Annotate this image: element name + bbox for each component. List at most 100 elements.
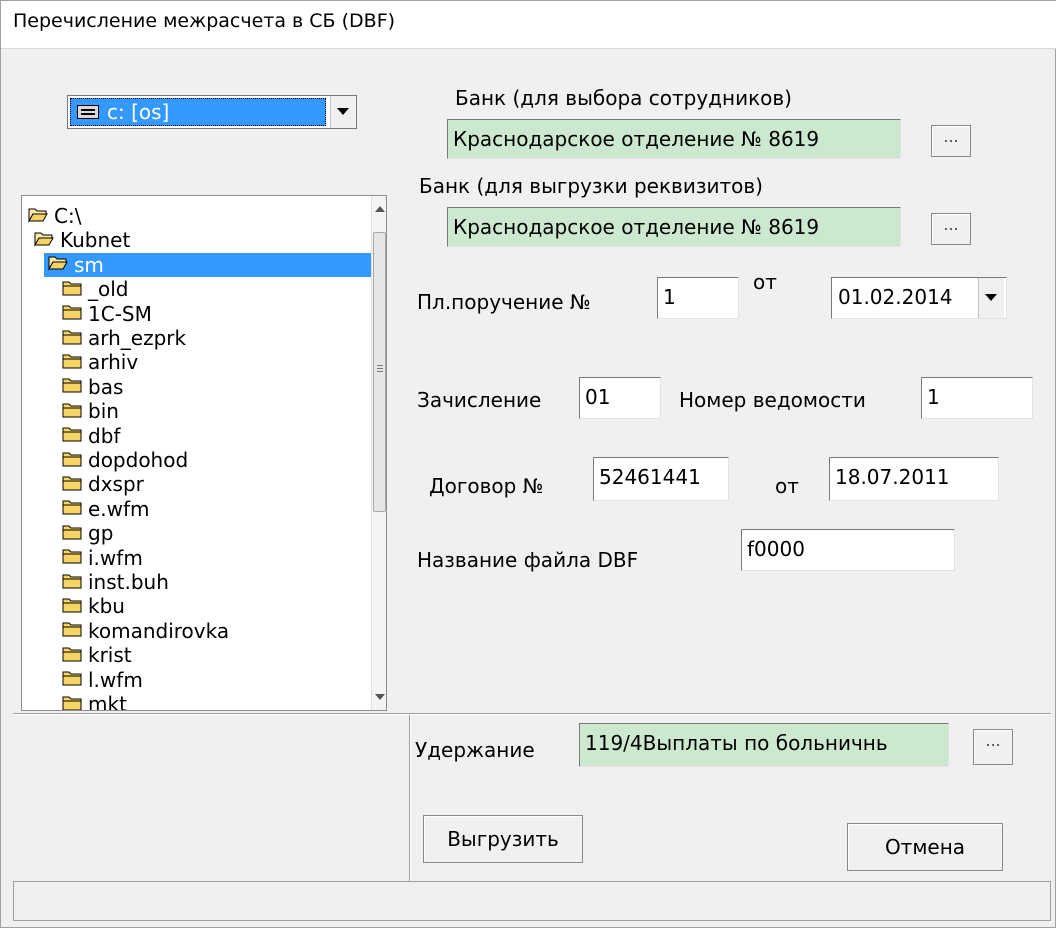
tree-scrollbar[interactable] [371, 196, 386, 710]
contract-date-from-label: от [775, 474, 799, 498]
folder-icon [62, 594, 82, 618]
tree-item[interactable]: arh_ezprk [22, 326, 374, 350]
folder-open-icon [48, 252, 68, 276]
tree-item[interactable]: bas [22, 375, 374, 399]
dbf-name-input[interactable]: f0000 [741, 529, 955, 571]
bank-export-browse-button[interactable]: ... [931, 213, 971, 245]
tree-item-label: dbf [88, 423, 121, 448]
tree-item-label: _old [88, 277, 129, 302]
tree-item[interactable]: inst.buh [22, 570, 374, 594]
tree-item-label: Kubnet [60, 228, 131, 253]
accrual-label: Зачисление [417, 388, 542, 412]
tree-item[interactable]: Kubnet [22, 228, 374, 252]
tree-item[interactable]: bin [22, 399, 374, 423]
tree-item[interactable]: 1C-SM [22, 302, 374, 326]
tree-item-label: arh_ezprk [88, 326, 187, 350]
tree-item-label: l.wfm [88, 667, 143, 692]
title-bar: Перечисление межрасчета в СБ (DBF) [1, 1, 1056, 49]
folder-tree[interactable]: C:\ Kubnet sm _old 1C-SM arh_ezprk arhiv bas bin… [21, 195, 387, 711]
tree-item-label: i.wfm [88, 545, 143, 570]
folder-open-icon [28, 204, 48, 228]
drive-combo[interactable]: c: [os] [67, 95, 357, 129]
tree-item-label: krist [88, 643, 132, 668]
scroll-thumb[interactable] [373, 232, 386, 512]
export-button[interactable]: Выгрузить [423, 815, 583, 863]
payment-order-label: Пл.поручение № [417, 290, 591, 314]
tree-item[interactable]: l.wfm [22, 668, 374, 692]
tree-item-label: C:\ [54, 204, 82, 228]
dialog-window: Перечисление межрасчета в СБ (DBF) c: [o… [0, 0, 1056, 928]
scroll-up-icon [375, 206, 385, 212]
tree-item[interactable]: i.wfm [22, 546, 374, 570]
drive-dropdown-button[interactable] [330, 96, 356, 128]
folder-icon [62, 545, 82, 569]
drive-icon [77, 105, 99, 119]
tree-item-label: sm [74, 252, 104, 277]
separator-vertical [409, 715, 411, 881]
tree-item-label: arhiv [88, 350, 139, 375]
tree-item[interactable]: C:\ [22, 204, 374, 228]
folder-icon [62, 448, 82, 472]
folder-icon [62, 374, 82, 398]
folder-icon [62, 521, 82, 545]
bank-export-field[interactable]: Краснодарское отделение № 8619 [447, 207, 901, 247]
folder-icon [62, 277, 82, 301]
deduction-field[interactable]: 119/4Выплаты по больничнь [579, 723, 949, 767]
folder-icon [62, 472, 82, 496]
dbf-name-label: Название файла DBF [417, 548, 639, 572]
tree-item-label: bas [88, 374, 124, 399]
scroll-down-icon [375, 694, 385, 700]
tree-item[interactable]: dxspr [22, 472, 374, 496]
status-bar [13, 881, 1051, 921]
contract-date-input[interactable]: 18.07.2011 [829, 457, 999, 501]
tree-item[interactable]: kbu [22, 594, 374, 618]
payment-date-from-label: от [753, 270, 777, 294]
payment-date-input[interactable]: 01.02.2014 [831, 277, 1007, 319]
chevron-down-icon [985, 294, 997, 301]
tree-item-label: e.wfm [88, 496, 150, 521]
tree-item[interactable]: mkt [22, 692, 374, 710]
statement-input[interactable]: 1 [921, 377, 1033, 419]
tree-item[interactable]: dbf [22, 424, 374, 448]
folder-icon [62, 496, 82, 520]
folder-icon [62, 423, 82, 447]
window-title: Перечисление межрасчета в СБ (DBF) [13, 10, 396, 32]
folder-icon [62, 350, 82, 374]
contract-input[interactable]: 52461441 [593, 457, 729, 501]
tree-item[interactable]: dopdohod [22, 448, 374, 472]
tree-item[interactable]: komandirovka [22, 619, 374, 643]
tree-item-label: inst.buh [88, 570, 169, 594]
payment-order-input[interactable]: 1 [657, 277, 739, 319]
folder-icon [62, 692, 82, 710]
folder-icon [62, 643, 82, 667]
cancel-button[interactable]: Отмена [847, 823, 1003, 871]
folder-icon [62, 667, 82, 691]
folder-icon [62, 570, 82, 594]
tree-item-label: kbu [88, 594, 125, 619]
folder-icon [62, 399, 82, 423]
tree-item-label: dxspr [88, 472, 144, 497]
tree-item-label: dopdohod [88, 448, 189, 472]
tree-item[interactable]: sm [44, 252, 374, 277]
accrual-input[interactable]: 01 [579, 377, 661, 419]
tree-item-label: gp [88, 521, 114, 546]
tree-item[interactable]: _old [22, 277, 374, 301]
tree-item[interactable]: gp [22, 521, 374, 545]
folder-icon [62, 301, 82, 325]
tree-item[interactable]: krist [22, 643, 374, 667]
date-dropdown-button[interactable] [978, 278, 1004, 318]
deduction-browse-button[interactable]: ... [973, 729, 1013, 765]
contract-label: Договор № [429, 474, 544, 498]
folder-icon [62, 326, 82, 350]
bank-select-browse-button[interactable]: ... [931, 125, 971, 157]
separator-horizontal [13, 713, 1051, 715]
tree-item[interactable]: arhiv [22, 350, 374, 374]
tree-item-label: bin [88, 399, 119, 424]
bank-export-label: Банк (для выгрузки реквизитов) [419, 174, 763, 198]
chevron-down-icon [337, 108, 349, 115]
drive-value: c: [os] [107, 100, 170, 124]
folder-icon [62, 618, 82, 642]
tree-item[interactable]: e.wfm [22, 497, 374, 521]
statement-label: Номер ведомости [679, 388, 866, 412]
bank-select-field[interactable]: Краснодарское отделение № 8619 [447, 119, 901, 159]
